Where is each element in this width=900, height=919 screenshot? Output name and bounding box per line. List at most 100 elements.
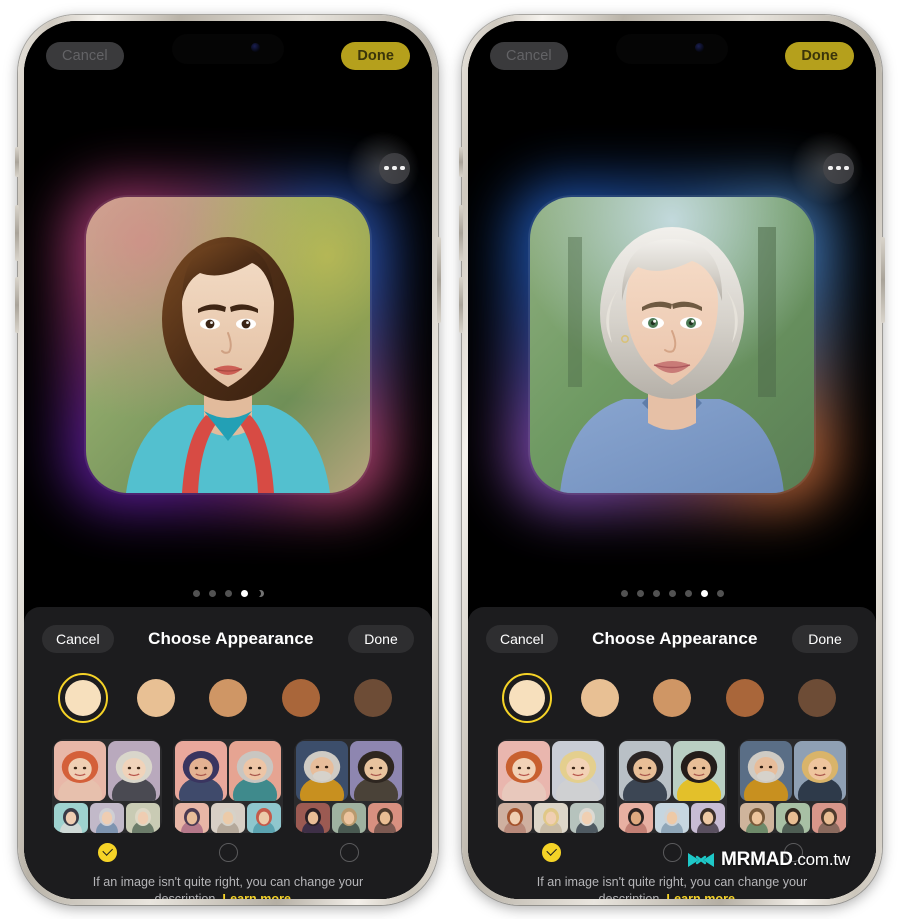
avatar-thumb xyxy=(691,802,725,833)
page-dot[interactable] xyxy=(192,589,200,597)
skin-tone-swatch-3[interactable] xyxy=(647,673,697,723)
skin-tone-swatch-1[interactable] xyxy=(58,672,108,723)
avatar-thumb xyxy=(90,802,124,833)
top-cancel-button[interactable]: Cancel xyxy=(490,41,568,70)
avatar-thumb xyxy=(332,802,366,833)
page-dot[interactable] xyxy=(208,589,216,597)
avatar-thumb xyxy=(498,740,550,801)
silent-switch[interactable] xyxy=(15,146,19,177)
choose-appearance-sheet-left: Cancel Choose Appearance Done If an imag… xyxy=(24,606,432,899)
avatar-thumb xyxy=(368,802,402,833)
silent-switch[interactable] xyxy=(459,146,463,177)
page-dot-active[interactable] xyxy=(240,589,248,597)
top-cancel-button[interactable]: Cancel xyxy=(46,41,124,70)
page-indicator-right[interactable] xyxy=(468,589,876,597)
skin-tone-swatch-5[interactable] xyxy=(348,673,398,723)
page-dot[interactable] xyxy=(652,589,660,597)
sheet-title: Choose Appearance xyxy=(592,628,758,648)
skin-tone-swatch-4[interactable] xyxy=(720,673,770,723)
style-radio-1[interactable] xyxy=(97,842,117,862)
page-dot[interactable] xyxy=(684,589,692,597)
generated-portrait-right[interactable] xyxy=(530,196,814,493)
skin-tone-swatch-1[interactable] xyxy=(502,672,552,723)
top-done-button[interactable]: Done xyxy=(341,41,410,70)
style-card-2[interactable] xyxy=(173,738,283,833)
volume-up-button[interactable] xyxy=(459,204,463,261)
skin-tone-picker-left xyxy=(24,655,432,723)
avatar-thumb xyxy=(534,802,568,833)
page-indicator-left[interactable] xyxy=(24,589,432,597)
page-dot[interactable] xyxy=(636,589,644,597)
skin-tone-swatch-5[interactable] xyxy=(792,673,842,723)
avatar-thumb xyxy=(296,740,348,801)
page-dot[interactable] xyxy=(716,589,724,597)
sheet-cancel-button[interactable]: Cancel xyxy=(486,624,558,653)
learn-more-link[interactable]: Learn more... xyxy=(222,892,301,898)
top-done-button[interactable]: Done xyxy=(785,41,854,70)
avatar-thumb xyxy=(673,740,725,801)
avatar-thumb xyxy=(740,740,792,801)
phone-screen-right: Cancel Done Cancel Choose Appearance Don… xyxy=(468,20,876,899)
style-card-3[interactable] xyxy=(294,738,404,833)
preview-canvas-left xyxy=(24,80,432,609)
sheet-cancel-button[interactable]: Cancel xyxy=(42,624,114,653)
style-card-2[interactable] xyxy=(617,738,727,833)
top-overlay-bar-left: Cancel Done xyxy=(24,39,432,73)
style-card-1[interactable] xyxy=(496,738,606,833)
avatar-thumb xyxy=(175,740,227,801)
sheet-title: Choose Appearance xyxy=(148,628,314,648)
skin-tone-swatch-4[interactable] xyxy=(276,673,326,723)
sheet-header: Cancel Choose Appearance Done xyxy=(24,623,432,655)
page-dot[interactable] xyxy=(668,589,676,597)
avatar-thumb xyxy=(812,802,846,833)
sheet-footnote-left: If an image isn't quite right, you can c… xyxy=(24,862,432,899)
style-radio-3[interactable] xyxy=(783,842,803,862)
ellipsis-icon[interactable] xyxy=(823,152,854,184)
generated-portrait-left[interactable] xyxy=(86,196,370,493)
skin-tone-picker-right xyxy=(468,655,876,723)
page-dot-partial[interactable] xyxy=(257,590,264,597)
style-radio-1[interactable] xyxy=(541,842,561,862)
avatar-thumb xyxy=(211,802,245,833)
avatar-thumb xyxy=(552,740,604,801)
style-card-row-right xyxy=(468,723,876,833)
volume-up-button[interactable] xyxy=(15,204,19,261)
avatar-thumb xyxy=(740,802,774,833)
sheet-footnote-right: If an image isn't quite right, you can c… xyxy=(468,862,876,899)
style-radio-2[interactable] xyxy=(218,842,238,862)
choose-appearance-sheet-right: Cancel Choose Appearance Done If an imag… xyxy=(468,606,876,899)
avatar-thumb xyxy=(794,740,846,801)
avatar-thumb xyxy=(108,740,160,801)
page-dot[interactable] xyxy=(620,589,628,597)
avatar-thumb xyxy=(229,740,281,801)
iphone-device-right: Cancel Done Cancel Choose Appearance Don… xyxy=(459,14,885,905)
sheet-done-button[interactable]: Done xyxy=(792,624,858,653)
sheet-done-button[interactable]: Done xyxy=(348,624,414,653)
volume-down-button[interactable] xyxy=(15,276,19,333)
page-dot[interactable] xyxy=(224,589,232,597)
skin-tone-swatch-2[interactable] xyxy=(131,673,181,723)
ellipsis-icon[interactable] xyxy=(379,152,410,184)
avatar-thumb xyxy=(54,802,88,833)
style-radio-2[interactable] xyxy=(662,842,682,862)
screenshot-canvas: Cancel Done Cancel Choose Appearance Don… xyxy=(0,0,900,919)
page-dot-active[interactable] xyxy=(700,589,708,597)
power-button[interactable] xyxy=(881,236,885,323)
avatar-thumb xyxy=(776,802,810,833)
power-button[interactable] xyxy=(437,236,441,323)
skin-tone-swatch-2[interactable] xyxy=(575,673,625,723)
style-card-1[interactable] xyxy=(52,738,162,833)
style-radio-row-left xyxy=(24,833,432,862)
avatar-thumb xyxy=(655,802,689,833)
avatar-thumb xyxy=(350,740,402,801)
skin-tone-swatch-3[interactable] xyxy=(203,673,253,723)
style-card-3[interactable] xyxy=(738,738,848,833)
phone-screen-left: Cancel Done Cancel Choose Appearance Don… xyxy=(24,20,432,899)
avatar-thumb xyxy=(175,802,209,833)
avatar-thumb xyxy=(619,740,671,801)
learn-more-link[interactable]: Learn more... xyxy=(666,892,745,898)
avatar-thumb xyxy=(619,802,653,833)
style-radio-3[interactable] xyxy=(339,842,359,862)
volume-down-button[interactable] xyxy=(459,276,463,333)
style-radio-row-right xyxy=(468,833,876,862)
